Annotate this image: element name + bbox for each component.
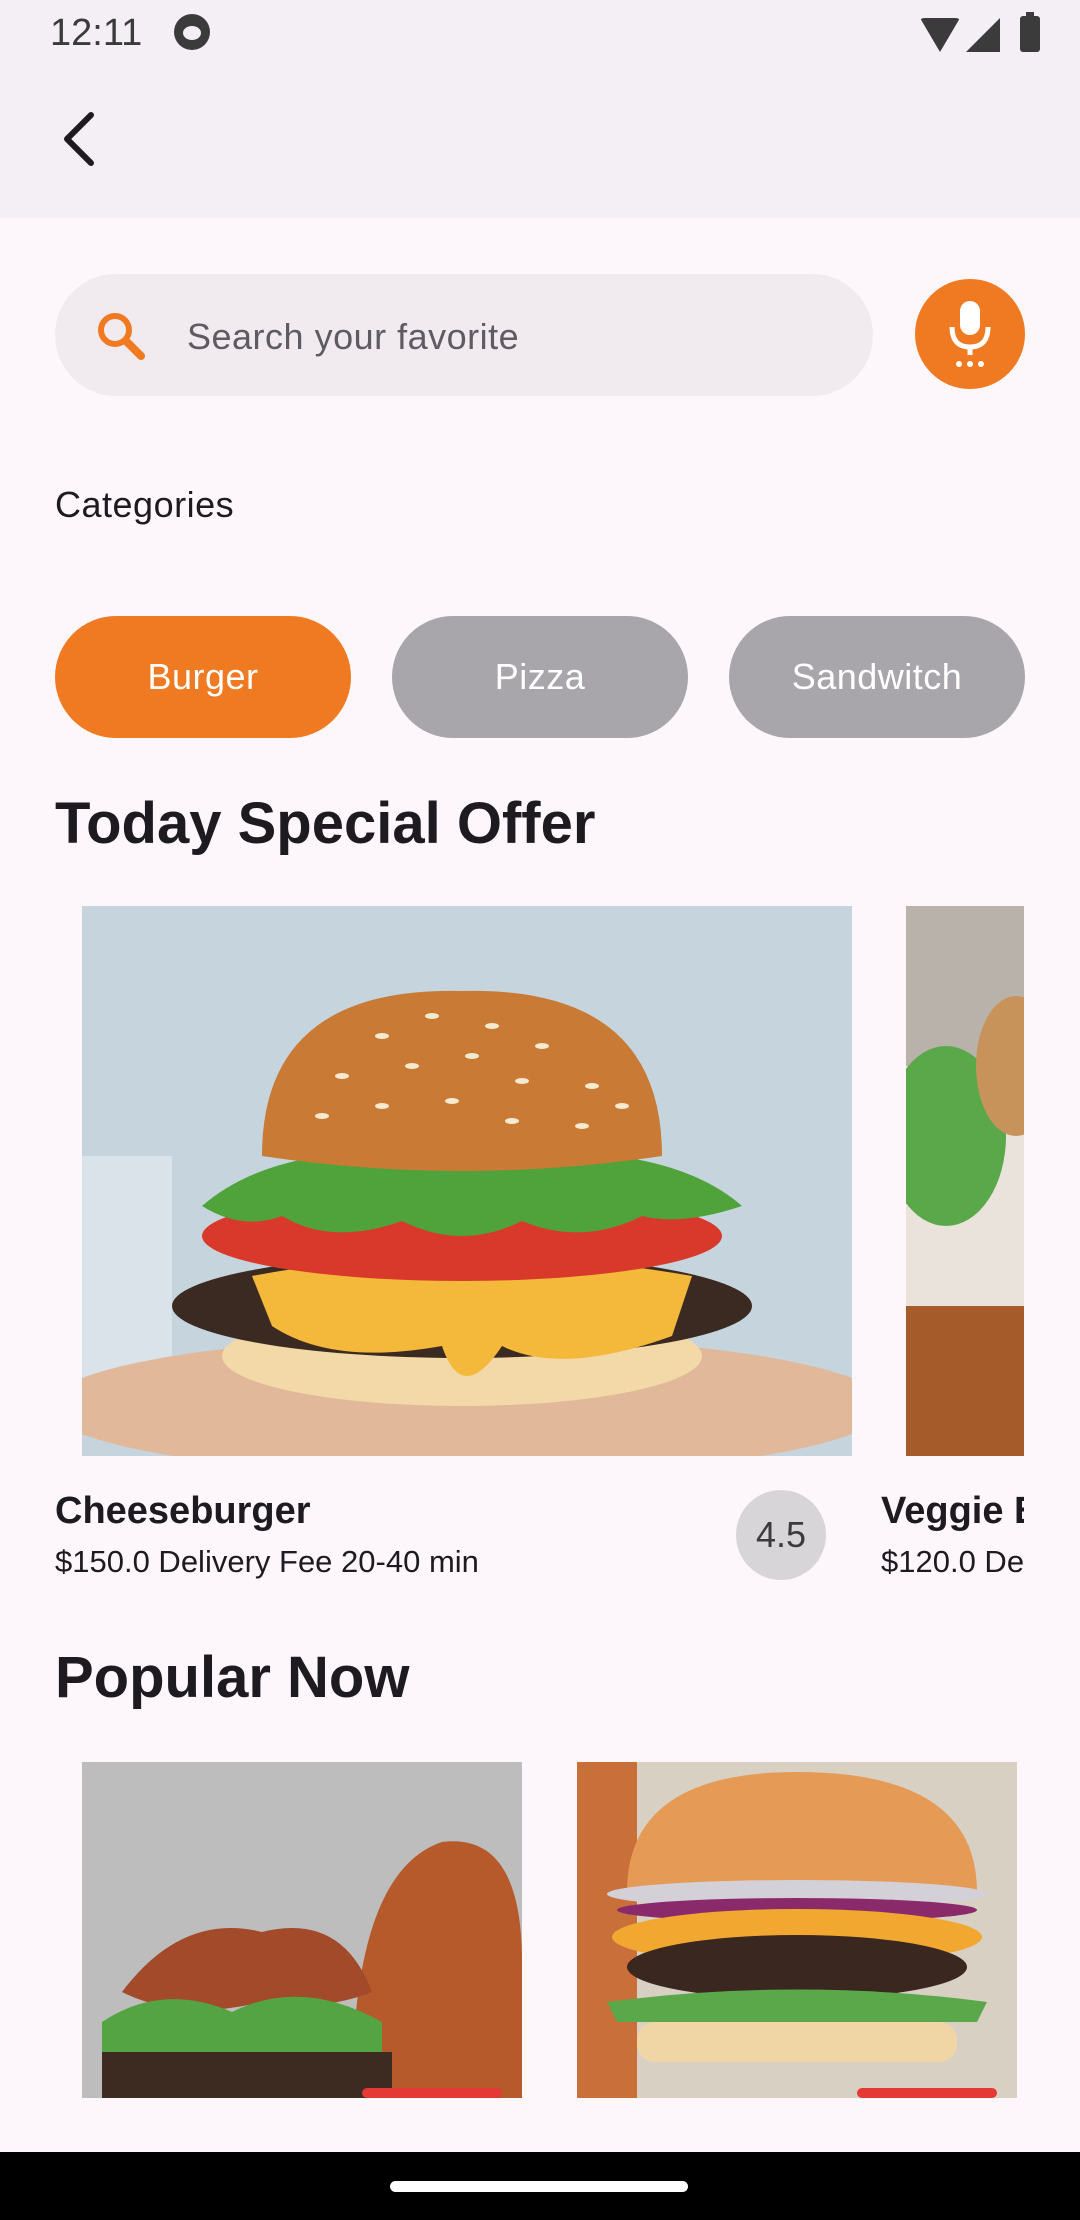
arrow-back-icon: [64, 112, 94, 166]
signal-icon: [966, 18, 1000, 52]
offer-item-name: Veggie Burger: [881, 1490, 1024, 1532]
search-input[interactable]: Search your favorite: [55, 274, 873, 396]
offer-item-name: Cheeseburger: [55, 1490, 311, 1532]
category-chip-pizza[interactable]: Pizza: [392, 616, 688, 738]
status-bar: 12:11: [0, 0, 1080, 66]
veggie-burger-image[interactable]: [906, 906, 1024, 1456]
special-offer-heading: Today Special Offer: [55, 791, 596, 856]
system-navigation-bar: [0, 2152, 1080, 2220]
status-time: 12:11: [50, 12, 143, 54]
search-placeholder: Search your favorite: [187, 316, 520, 357]
category-chip-burger[interactable]: Burger: [55, 616, 351, 738]
search-icon: [98, 313, 145, 360]
rating-badge: 4.5: [736, 1490, 826, 1580]
popular-item-image[interactable]: [577, 1762, 1017, 2098]
app-bar: [0, 66, 1080, 218]
popular-now-heading: Popular Now: [55, 1645, 410, 1710]
wifi-icon: [920, 18, 960, 52]
microphone-icon: [949, 301, 991, 367]
categories-label: Categories: [55, 484, 235, 525]
status-icons: [920, 12, 1050, 54]
cheeseburger-image[interactable]: [82, 906, 852, 1456]
notification-cat-icon: [174, 14, 210, 50]
popular-item-image[interactable]: [82, 1762, 522, 2098]
battery-icon: [1020, 12, 1040, 52]
offer-item-details: $150.0 Delivery Fee 20-40 min: [55, 1544, 479, 1579]
back-button[interactable]: [44, 104, 114, 174]
home-gesture-handle[interactable]: [390, 2181, 688, 2192]
offer-item-details: $120.0 Delivery Fee 20-40 min: [881, 1544, 1024, 1579]
category-chip-sandwitch[interactable]: Sandwitch: [729, 616, 1025, 738]
voice-search-button[interactable]: [915, 279, 1025, 389]
